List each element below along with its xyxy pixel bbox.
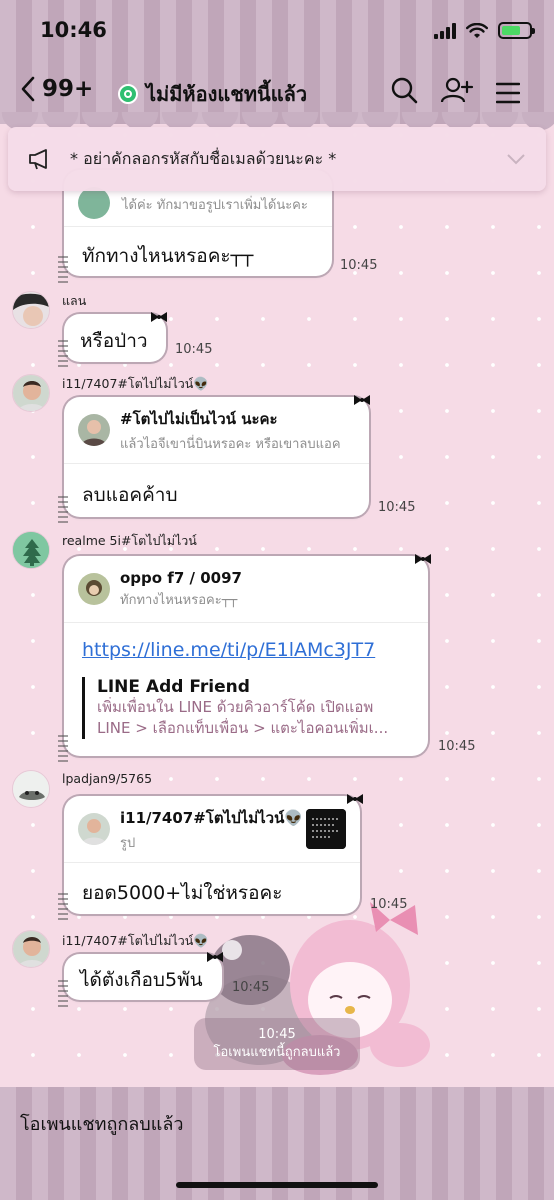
message-text: ลบแอคค้าบ — [82, 484, 178, 506]
message-bubble[interactable]: oppo f7 / 0097 ทักทางไหนหรอคะ┬┬ https://… — [64, 556, 428, 756]
megaphone-icon — [29, 149, 47, 170]
chain-decoration — [58, 735, 68, 763]
link-preview-description-line2: LINE > เลือกแท็บเพื่อน > แตะไอคอนเพิ่มเ.… — [97, 719, 389, 737]
message-text: ได้ตังเกือบ5พัน — [80, 969, 203, 991]
message-bubble[interactable]: #โตไปไม่เป็นไวน์ นะคะ แล้วไอจีเขานี่บินห… — [64, 397, 369, 517]
search-icon — [391, 77, 418, 104]
quoted-text: แล้วไอจีเขานี่บินหรอคะ หรือเขาลบแอค — [120, 436, 341, 452]
chain-decoration — [58, 340, 68, 368]
message-time: 10:45 — [370, 897, 408, 912]
message-time: 10:45 — [340, 258, 378, 273]
system-message-time: 10:45 — [258, 1027, 296, 1042]
status-icons — [434, 22, 535, 39]
menu-button[interactable] — [495, 82, 521, 108]
wifi-icon — [466, 22, 488, 38]
bow-decoration-icon — [207, 952, 223, 962]
quoted-reply[interactable]: #โตไปไม่เป็นไวน์ นะคะ แล้วไอจีเขานี่บินห… — [64, 397, 369, 463]
avatar[interactable] — [12, 291, 50, 329]
battery-icon — [498, 22, 535, 39]
link-preview-description-line1: เพิ่มเพื่อนใน LINE ด้วยคิวอาร์โค้ด เปิดแ… — [97, 698, 374, 716]
room-title-area[interactable]: ไม่มีห้องแชทนี้แล้ว — [118, 78, 307, 110]
quoted-avatar — [78, 414, 110, 446]
cellular-signal-icon — [434, 22, 456, 39]
back-button[interactable]: 99+ — [20, 75, 93, 103]
home-indicator[interactable] — [176, 1182, 378, 1188]
quoted-reply[interactable]: oppo f7 / 0097 ทักทางไหนหรอคะ┬┬ — [64, 556, 428, 622]
message-bubble[interactable]: ได้ตังเกือบ5พัน — [64, 954, 222, 1000]
bow-decoration-icon — [415, 554, 431, 564]
footer-status-text: โอเพนแชทถูกลบแล้ว — [20, 1114, 184, 1135]
chain-decoration — [58, 893, 68, 921]
add-friend-icon — [440, 77, 474, 103]
link-preview[interactable]: LINE Add Friend เพิ่มเพื่อนใน LINE ด้วยค… — [82, 677, 410, 739]
open-chat-badge-icon — [118, 84, 138, 104]
room-title: ไม่มีห้องแชทนี้แล้ว — [146, 82, 308, 106]
chain-decoration — [58, 496, 68, 524]
quoted-text: รูป — [120, 835, 136, 851]
announcement-text: * อย่าคักลอกรหัสกับชื่อเมลด้วยนะคะ * — [70, 148, 337, 168]
avatar[interactable] — [12, 374, 50, 412]
quoted-sender: #โตไปไม่เป็นไวน์ นะคะ — [120, 409, 278, 428]
avatar[interactable] — [12, 930, 50, 968]
message-time: 10:45 — [378, 500, 416, 515]
avatar[interactable] — [12, 770, 50, 808]
avatar[interactable] — [12, 531, 50, 569]
status-time: 10:46 — [40, 18, 107, 42]
battery-level — [502, 26, 521, 35]
quoted-text: ได้ค่ะ ทักมาขอรูปเราเพิ่มได้นะคะ — [122, 197, 308, 213]
quoted-sender: oppo f7 / 0097 — [120, 568, 242, 587]
message-time: 10:45 — [232, 980, 270, 995]
message-link[interactable]: https://line.me/ti/p/E1lAMc3JT7 — [82, 639, 410, 661]
unread-count: 99+ — [42, 76, 94, 102]
message-time: 10:45 — [175, 342, 213, 357]
chain-decoration — [58, 980, 68, 1008]
sender-name: realme 5i#โตไปไม่ไวน์ — [62, 533, 197, 548]
menu-icon — [495, 82, 521, 104]
bow-decoration-icon — [151, 312, 167, 322]
system-message-text: โอเพนแชทนี้ถูกลบแล้ว — [213, 1045, 341, 1060]
quoted-avatar — [78, 573, 110, 605]
quoted-avatar — [78, 813, 110, 845]
bow-decoration-icon — [354, 395, 370, 405]
chevron-down-icon[interactable] — [506, 153, 526, 165]
add-friend-button[interactable] — [440, 76, 474, 108]
quoted-reply[interactable]: i11/7407#โตไปไม่ไวน์👽 รูป — [64, 796, 360, 862]
status-bar: 10:46 — [0, 0, 554, 62]
system-message: 10:45 โอเพนแชทนี้ถูกลบแล้ว — [194, 1018, 360, 1070]
chain-decoration — [58, 256, 68, 284]
sender-name: แลน — [62, 293, 87, 308]
sender-name: i11/7407#โตไปไม่ไวน์👽 — [62, 376, 209, 391]
message-time: 10:45 — [438, 739, 476, 754]
quoted-text: ทักทางไหนหรอคะ┬┬ — [120, 592, 238, 608]
search-button[interactable] — [390, 76, 418, 108]
quoted-avatar — [78, 187, 110, 219]
sender-name: i11/7407#โตไปไม่ไวน์👽 — [62, 933, 209, 948]
message-text: ทักทางไหนหรอคะ┬┬ — [82, 245, 254, 267]
chevron-left-icon — [21, 76, 35, 102]
bow-decoration-icon — [347, 794, 363, 804]
quoted-image-thumbnail — [306, 809, 346, 849]
sender-name: lpadjan9/5765 — [62, 771, 153, 786]
link-preview-title: LINE Add Friend — [97, 677, 250, 697]
quoted-sender: i11/7407#โตไปไม่ไวน์👽 — [120, 808, 304, 827]
announcement-bar[interactable]: * อย่าคักลอกรหัสกับชื่อเมลด้วยนะคะ * — [8, 127, 546, 191]
